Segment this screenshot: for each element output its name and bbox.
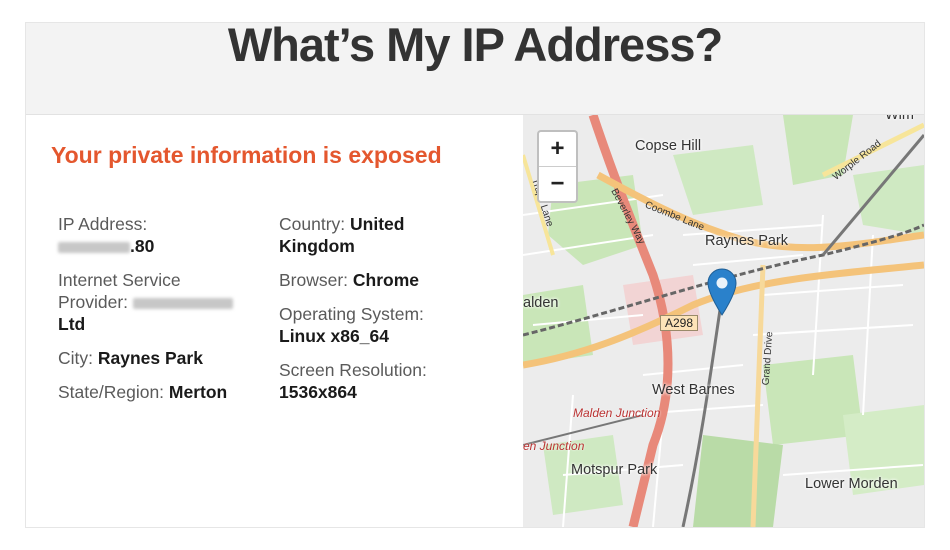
- map-place-corner: Wim: [885, 115, 914, 123]
- resolution-value: 1536x864: [279, 382, 357, 402]
- exposure-warning: Your private information is exposed: [51, 142, 442, 168]
- location-map[interactable]: Copse Hill Raynes Park alden West Barnes…: [523, 115, 924, 527]
- country-row: Country: United Kingdom: [279, 213, 479, 257]
- map-place-motspur-park: Motspur Park: [571, 462, 658, 478]
- browser-row: Browser: Chrome: [279, 269, 479, 291]
- isp-row: Internet Service Provider: Ltd: [58, 269, 248, 335]
- info-column-right: Country: United Kingdom Browser: Chrome …: [279, 213, 479, 415]
- resolution-label: Screen Resolution:: [279, 360, 427, 380]
- map-zoom-control: + −: [537, 130, 578, 203]
- page-title: What’s My IP Address?: [227, 18, 723, 71]
- location-marker-icon[interactable]: [707, 268, 737, 316]
- map-place-copse-hill: Copse Hill: [635, 138, 702, 154]
- city-value: Raynes Park: [97, 348, 203, 368]
- zoom-in-button[interactable]: +: [539, 132, 576, 166]
- isp-value: Ltd: [58, 314, 86, 334]
- os-value: Linux x86_64: [279, 326, 389, 346]
- map-place-malden: alden: [523, 295, 559, 311]
- map-place-lower-morden: Lower Morden: [805, 476, 898, 492]
- os-row: Operating System: Linux x86_64: [279, 303, 479, 347]
- resolution-row: Screen Resolution: 1536x864: [279, 359, 479, 403]
- map-station-junction: en Junction: [523, 439, 585, 453]
- os-label: Operating System:: [279, 304, 424, 324]
- ip-address-row: IP Address: .80: [58, 213, 248, 257]
- region-value: Merton: [168, 382, 228, 402]
- ip-address-value: .80: [130, 236, 155, 256]
- redacted-isp-name: [132, 297, 233, 309]
- city-label: City:: [58, 348, 93, 368]
- country-label: Country:: [279, 214, 346, 234]
- region-row: State/Region: Merton: [58, 381, 248, 403]
- ip-card: What’s My IP Address? Your private infor…: [25, 18, 925, 528]
- zoom-out-button[interactable]: −: [539, 166, 576, 201]
- map-place-raynes-park: Raynes Park: [705, 233, 789, 249]
- info-column-left: IP Address: .80 Internet Service Provide…: [58, 213, 248, 415]
- browser-label: Browser:: [279, 270, 349, 290]
- region-label: State/Region:: [58, 382, 165, 402]
- redacted-ip-prefix: [58, 241, 130, 253]
- ip-address-label: IP Address:: [58, 214, 148, 234]
- info-panel: Your private information is exposed IP A…: [26, 115, 523, 527]
- map-road-a298: A298: [660, 315, 699, 331]
- map-place-west-barnes: West Barnes: [652, 382, 735, 398]
- map-station-malden-junction: Malden Junction: [573, 406, 661, 420]
- hero-header: What’s My IP Address?: [26, 18, 924, 115]
- browser-value: Chrome: [352, 270, 420, 290]
- city-row: City: Raynes Park: [58, 347, 248, 369]
